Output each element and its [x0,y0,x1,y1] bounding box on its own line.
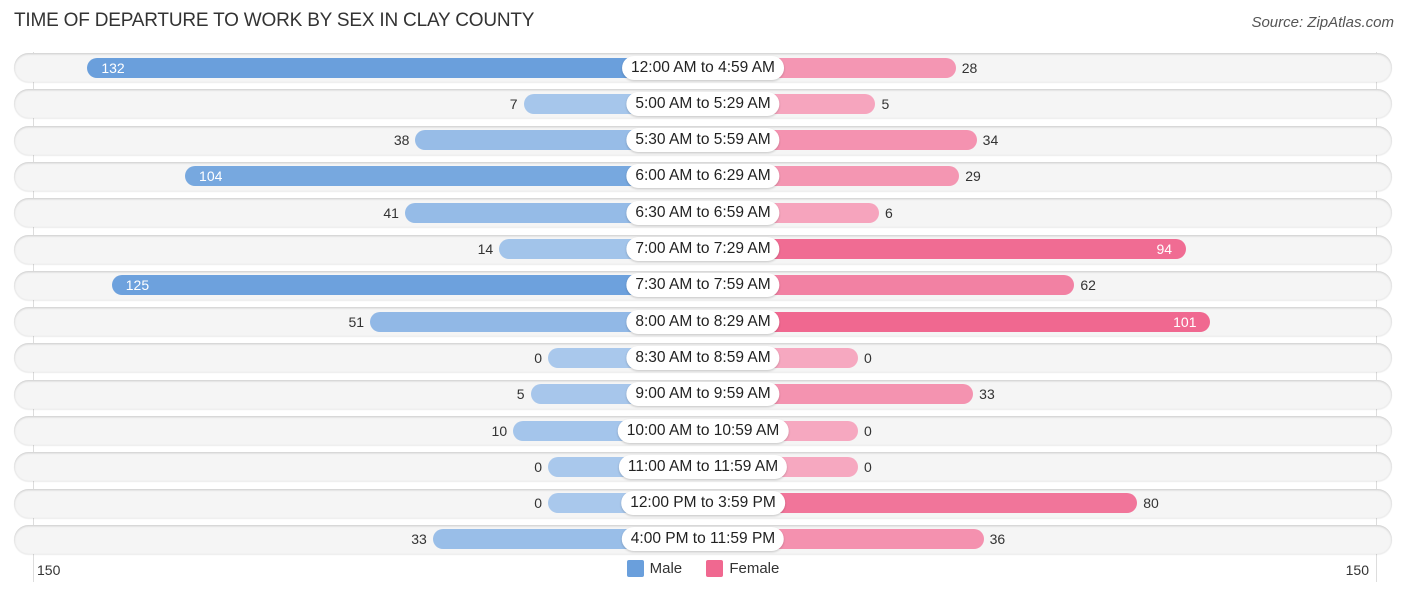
value-label-female: 6 [884,204,893,221]
value-label-male: 10 [491,422,508,439]
value-label-male: 41 [383,204,399,221]
legend-label-male: Male [649,560,683,577]
category-label: 7:30 AM to 7:59 AM [626,273,780,298]
value-label-female: 34 [982,132,999,149]
value-label-female: 0 [864,458,872,475]
category-label: 5:00 AM to 5:29 AM [626,91,780,116]
bar-male[interactable] [87,57,703,78]
bar-male[interactable] [111,275,703,296]
source-label: Source: ZipAtlas.com [1251,14,1394,31]
value-label-male: 14 [477,241,494,257]
category-label: 9:00 AM to 9:59 AM [626,382,780,407]
value-label-male: 125 [125,277,150,294]
value-label-male: 51 [348,313,365,330]
category-label: 12:00 AM to 4:59 AM [622,55,784,80]
category-label: 8:30 AM to 8:59 AM [626,345,780,370]
value-label-male: 0 [534,349,542,366]
value-label-male: 0 [534,495,542,512]
value-label-female: 80 [1143,495,1159,512]
legend-item-female[interactable]: Female [706,560,779,577]
chart-title: TIME OF DEPARTURE TO WORK BY SEX IN CLAY… [14,10,535,31]
value-label-male: 7 [509,95,518,112]
category-label: 4:00 PM to 11:59 PM [621,527,785,552]
category-label: 12:00 PM to 3:59 PM [621,491,785,516]
category-label: 6:30 AM to 6:59 AM [626,200,780,225]
category-label: 10:00 AM to 10:59 AM [617,418,789,443]
value-label-male: 104 [199,168,223,185]
value-label-female: 0 [864,349,872,366]
category-label: 6:00 AM to 6:29 AM [626,164,780,189]
legend-swatch-female [706,560,724,577]
value-label-female: 101 [1173,313,1197,330]
bar-male[interactable] [185,166,703,187]
value-label-male: 5 [516,386,525,403]
category-label: 11:00 AM to 11:59 AM [618,454,788,479]
value-label-male: 0 [534,458,542,475]
legend-swatch-male [626,560,644,577]
category-label: 5:30 AM to 5:59 AM [626,128,780,153]
value-label-male: 38 [393,132,410,149]
chart-root: TIME OF DEPARTURE TO WORK BY SEX IN CLAY… [0,0,1406,594]
value-label-female: 0 [864,422,872,439]
category-label: 8:00 AM to 8:29 AM [626,309,780,334]
legend: Male Female [0,560,1406,581]
value-label-female: 62 [1080,277,1096,294]
value-label-male: 132 [101,59,125,76]
value-label-male: 33 [411,531,427,548]
value-label-female: 36 [989,531,1006,548]
value-label-female: 5 [881,95,890,112]
value-label-female: 94 [1156,241,1173,257]
legend-item-male[interactable]: Male [626,560,683,577]
legend-label-female: Female [729,560,780,577]
value-label-female: 33 [979,386,995,403]
category-label: 7:00 AM to 7:29 AM [626,237,780,261]
value-label-female: 28 [961,59,978,76]
value-label-female: 29 [965,168,981,185]
